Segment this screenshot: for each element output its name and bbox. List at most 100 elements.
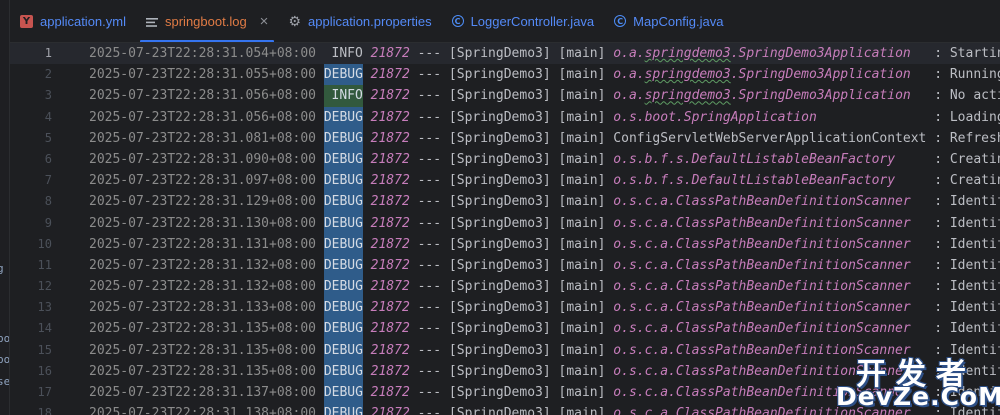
log-level: DEBUG bbox=[323, 276, 363, 298]
log-pid: 21872 bbox=[370, 130, 410, 146]
tab-label: application.properties bbox=[308, 13, 432, 29]
log-timestamp: 2025-07-23T22:28:31.133+08:00 bbox=[89, 300, 316, 316]
line-number[interactable]: 1 bbox=[10, 43, 52, 64]
close-icon[interactable]: × bbox=[260, 13, 269, 30]
log-level: DEBUG bbox=[323, 106, 363, 128]
log-separator: --- bbox=[417, 46, 442, 61]
typo-underline: springdemo3 bbox=[644, 67, 731, 83]
log-pid: 21872 bbox=[370, 257, 410, 273]
line-number[interactable]: 16 bbox=[10, 361, 52, 382]
log-app: [SpringDemo3] bbox=[448, 67, 551, 83]
log-pid: 21872 bbox=[370, 173, 410, 189]
strip-fragment: se bbox=[0, 375, 10, 388]
log-thread: [main] bbox=[558, 215, 606, 231]
typo-underline: springdemo3 bbox=[644, 46, 731, 61]
log-separator: --- bbox=[417, 342, 442, 358]
log-logger: ConfigServletWebServerApplicationContext bbox=[613, 130, 927, 146]
log-file-icon bbox=[146, 16, 158, 27]
tab-application-properties[interactable]: ⚙ application.properties bbox=[278, 0, 441, 42]
log-logger: o.s.c.a.ClassPathBeanDefinitionScanner bbox=[613, 215, 911, 231]
log-logger: o.s.b.f.s.DefaultListableBeanFactory bbox=[613, 151, 896, 167]
line-number[interactable]: 2 bbox=[10, 64, 52, 85]
log-line: 4 2025-07-23T22:28:31.056+08:00 DEBUG 218… bbox=[10, 106, 1000, 128]
log-thread: [main] bbox=[558, 46, 606, 61]
log-app: [SpringDemo3] bbox=[448, 279, 551, 295]
log-line: 10 2025-07-23T22:28:31.131+08:00 DEBUG 21… bbox=[10, 233, 1000, 255]
strip-fragment: po bbox=[0, 353, 10, 366]
log-separator: --- bbox=[417, 321, 442, 337]
log-logger: o.s.c.a.ClassPathBeanDefinitionScanner bbox=[613, 236, 911, 252]
log-level: DEBUG bbox=[323, 170, 363, 192]
log-message: : Running w bbox=[934, 67, 1000, 83]
log-message: : Identifi bbox=[934, 236, 1000, 252]
line-number[interactable]: 4 bbox=[10, 107, 52, 128]
log-line: 6 2025-07-23T22:28:31.090+08:00 DEBUG 218… bbox=[10, 148, 1000, 171]
line-number[interactable]: 17 bbox=[10, 382, 52, 403]
log-app: [SpringDemo3] bbox=[448, 342, 551, 358]
log-app: [SpringDemo3] bbox=[448, 257, 551, 273]
tab-loggercontroller-java[interactable]: C LoggerController.java bbox=[442, 0, 605, 42]
log-separator: --- bbox=[417, 67, 442, 83]
log-line-content: 2025-07-23T22:28:31.131+08:00 DEBUG 2187… bbox=[89, 233, 1000, 255]
log-app: [SpringDemo3] bbox=[448, 215, 551, 231]
log-level: INFO bbox=[331, 46, 363, 61]
log-thread: [main] bbox=[558, 194, 606, 210]
line-number[interactable]: 6 bbox=[10, 149, 52, 170]
log-level: DEBUG bbox=[323, 212, 363, 234]
line-number[interactable]: 7 bbox=[10, 170, 52, 191]
log-line-content: 2025-07-23T22:28:31.097+08:00 DEBUG 2187… bbox=[89, 170, 1000, 192]
line-number[interactable]: 14 bbox=[10, 318, 52, 339]
log-app: [SpringDemo3] bbox=[448, 363, 551, 379]
log-thread: [main] bbox=[558, 173, 606, 189]
log-line: 12 2025-07-23T22:28:31.132+08:00 DEBUG 21… bbox=[10, 276, 1000, 298]
log-thread: [main] bbox=[558, 279, 606, 295]
log-logger: o.s.b.f.s.DefaultListableBeanFactory bbox=[613, 173, 896, 189]
line-number[interactable]: 9 bbox=[10, 213, 52, 234]
log-level: DEBUG bbox=[323, 254, 363, 277]
ide-window: g po po se Yapplication.yml springboot.log × ⚙… bbox=[0, 0, 1000, 415]
log-logger: o.a.springdemo3.SpringDemo3Application bbox=[613, 46, 911, 61]
typo-underline: springdemo3 bbox=[644, 88, 731, 104]
log-thread: [main] bbox=[558, 130, 606, 146]
log-pid: 21872 bbox=[370, 67, 410, 83]
tab-mapconfig-java[interactable]: C MapConfig.java bbox=[604, 0, 733, 42]
log-separator: --- bbox=[417, 173, 442, 189]
line-number[interactable]: 13 bbox=[10, 297, 52, 318]
line-number[interactable]: 12 bbox=[10, 276, 52, 297]
line-number[interactable]: 3 bbox=[10, 85, 52, 106]
log-thread: [main] bbox=[558, 67, 606, 83]
strip-fragment: g bbox=[0, 262, 4, 275]
tab-springboot-log[interactable]: springboot.log × bbox=[136, 0, 278, 42]
line-number[interactable]: 15 bbox=[10, 340, 52, 361]
log-logger: o.s.c.a.ClassPathBeanDefinitionScanner bbox=[613, 321, 911, 337]
line-number[interactable]: 11 bbox=[10, 255, 52, 276]
log-timestamp: 2025-07-23T22:28:31.137+08:00 bbox=[89, 385, 316, 400]
log-separator: --- bbox=[417, 88, 442, 104]
log-pid: 21872 bbox=[370, 385, 410, 400]
line-number[interactable]: 10 bbox=[10, 234, 52, 255]
line-number[interactable]: 5 bbox=[10, 128, 52, 149]
log-line-content: 2025-07-23T22:28:31.055+08:00 DEBUG 2187… bbox=[89, 64, 1000, 86]
tab-application-yml[interactable]: Yapplication.yml bbox=[10, 0, 136, 42]
log-pid: 21872 bbox=[370, 406, 410, 415]
log-app: [SpringDemo3] bbox=[448, 194, 551, 210]
log-line-content: 2025-07-23T22:28:31.081+08:00 DEBUG 2187… bbox=[89, 127, 1000, 149]
log-line-content: 2025-07-23T22:28:31.056+08:00 DEBUG 2187… bbox=[89, 106, 1000, 128]
log-message: : Identifi bbox=[934, 257, 1000, 273]
line-number[interactable]: 8 bbox=[10, 191, 52, 212]
log-pid: 21872 bbox=[370, 109, 410, 125]
project-tool-strip[interactable]: g po po se bbox=[0, 0, 10, 415]
log-pid: 21872 bbox=[370, 215, 410, 231]
log-line: 8 2025-07-23T22:28:31.129+08:00 DEBUG 218… bbox=[10, 191, 1000, 213]
line-number[interactable]: 18 bbox=[10, 403, 52, 415]
log-line: 3 2025-07-23T22:28:31.056+08:00 INFO 2187… bbox=[10, 85, 1000, 107]
log-pid: 21872 bbox=[370, 342, 410, 358]
log-line: 14 2025-07-23T22:28:31.135+08:00 DEBUG 21… bbox=[10, 318, 1000, 340]
log-thread: [main] bbox=[558, 385, 606, 400]
log-timestamp: 2025-07-23T22:28:31.081+08:00 bbox=[89, 130, 316, 146]
log-thread: [main] bbox=[558, 342, 606, 358]
log-level: DEBUG bbox=[323, 148, 363, 171]
log-line-content: 2025-07-23T22:28:31.130+08:00 DEBUG 2187… bbox=[89, 212, 1000, 234]
log-line-content: 2025-07-23T22:28:31.090+08:00 DEBUG 2187… bbox=[89, 148, 1000, 171]
strip-fragment: po bbox=[0, 332, 10, 345]
